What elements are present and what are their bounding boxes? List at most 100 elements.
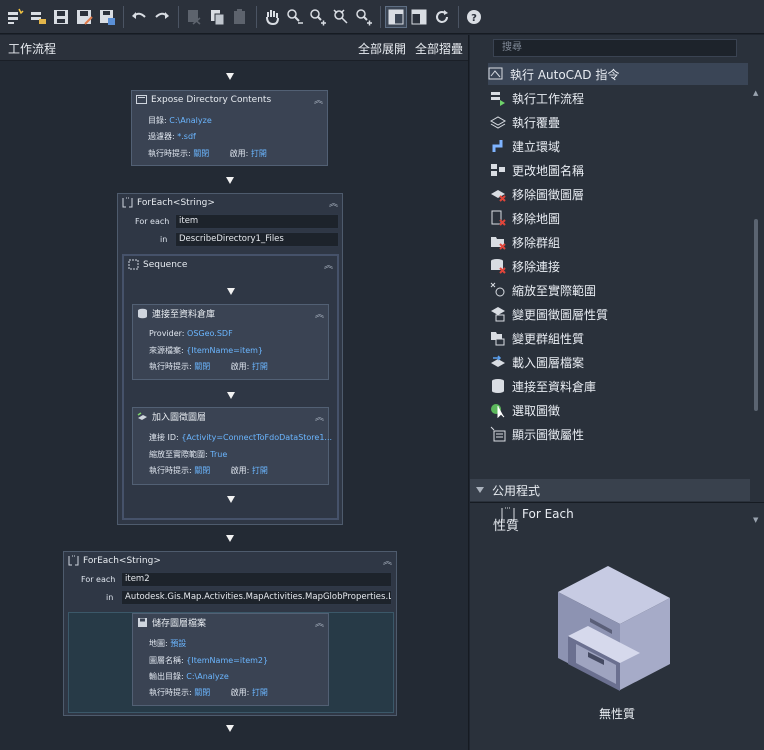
open-workflow-button[interactable]: [27, 6, 49, 28]
library-item[interactable]: 縮放至實際範圍: [490, 279, 750, 301]
in-collection-field[interactable]: Autodesk.Gis.Map.Activities.MapActivitie…: [121, 590, 392, 605]
undo-button[interactable]: [128, 6, 150, 28]
cut-button[interactable]: [183, 6, 205, 28]
library-item[interactable]: 顯示圖徵屬性: [490, 423, 750, 445]
prompt-value[interactable]: 關閉: [194, 466, 210, 475]
provider-value[interactable]: OSGeo.SDF: [187, 329, 233, 338]
zoom-value[interactable]: True: [210, 450, 227, 459]
library-item[interactable]: 移除連接: [490, 255, 750, 277]
source-value[interactable]: {ItemName=item}: [186, 346, 263, 355]
enable-value[interactable]: 打開: [252, 688, 268, 697]
library-item[interactable]: 執行覆疊: [490, 111, 750, 133]
pan-button[interactable]: [261, 6, 283, 28]
map-value[interactable]: 預設: [170, 639, 186, 648]
library-item[interactable]: 變更群組性質: [490, 327, 750, 349]
collapse-chevron-icon[interactable]: ︽: [329, 196, 338, 209]
zoom-in-button[interactable]: [307, 6, 329, 28]
library-item[interactable]: 變更圖徵圖層性質: [490, 303, 750, 325]
foreach-activity-1[interactable]: ForEach<String> ︽ For each item in Descr…: [117, 193, 343, 525]
prompt-value[interactable]: 關閉: [193, 149, 209, 158]
sequence-activity[interactable]: Sequence ︽ 連接至資料倉庫 ︽ Provider: OSGeo.SDF…: [122, 254, 339, 520]
foreach-icon: [68, 555, 79, 566]
enable-value[interactable]: 打開: [251, 149, 267, 158]
library-item[interactable]: 執行 AutoCAD 指令: [488, 63, 748, 85]
library-item[interactable]: 移除圖徵圖層: [490, 183, 750, 205]
library-item[interactable]: 載入圖層檔案: [490, 351, 750, 373]
foreach-variable-field[interactable]: item: [175, 214, 339, 229]
collapse-all-link[interactable]: 全部摺疊: [415, 40, 463, 57]
library-item[interactable]: 更改地圖名稱: [490, 159, 750, 181]
save-all-button[interactable]: [96, 6, 118, 28]
dir-label: 目錄:: [148, 116, 167, 125]
copy-button[interactable]: [206, 6, 228, 28]
refresh-button[interactable]: [431, 6, 453, 28]
add-feature-layer-activity[interactable]: 加入圖徵圖層 ︽ 連接 ID: {Activity=ConnectToFdoDa…: [132, 407, 332, 485]
drop-arrow[interactable]: [227, 496, 235, 503]
layout-b-button[interactable]: [408, 6, 430, 28]
foreach-body[interactable]: 儲存圖層檔案 ︽ 地圖: 預設 圖層名稱: {ItemName=item2} 輸…: [68, 612, 394, 713]
library-item[interactable]: 移除地圖: [490, 207, 750, 229]
new-workflow-button[interactable]: [4, 6, 26, 28]
search-input[interactable]: 搜尋: [493, 39, 737, 57]
in-collection-field[interactable]: DescribeDirectory1_Files: [175, 232, 339, 247]
drop-arrow[interactable]: [226, 177, 234, 184]
toolbar-separator: [178, 5, 179, 28]
layer-value[interactable]: {ItemName=item2}: [186, 656, 268, 665]
save-as-button[interactable]: [73, 6, 95, 28]
drop-arrow[interactable]: [226, 535, 234, 542]
output-value[interactable]: C:\Analyze: [186, 672, 229, 681]
toolbar: ?: [0, 0, 764, 34]
directory-icon: [136, 94, 147, 105]
connect-datastore-activity[interactable]: 連接至資料倉庫 ︽ Provider: OSGeo.SDF 來源檔案: {Ite…: [132, 304, 329, 380]
activity-header: Sequence ︽: [124, 256, 337, 273]
foreach-variable-field[interactable]: item2: [121, 572, 392, 587]
library-item[interactable]: 執行工作流程: [490, 87, 750, 109]
library-item[interactable]: 建立環域: [490, 135, 750, 157]
drop-arrow[interactable]: [227, 392, 235, 399]
foreach-activity-2[interactable]: ForEach<String> ︽ For each item2 in Auto…: [63, 551, 397, 716]
paste-button[interactable]: [229, 6, 251, 28]
enable-value[interactable]: 打開: [252, 362, 268, 371]
collapse-chevron-icon[interactable]: ︽: [315, 307, 324, 320]
collapse-chevron-icon[interactable]: ︽: [314, 93, 323, 106]
zoom-out-button[interactable]: [284, 6, 306, 28]
prompt-value[interactable]: 關閉: [194, 688, 210, 697]
remove-group-icon: [490, 234, 506, 250]
drop-arrow[interactable]: [226, 73, 234, 80]
enable-value[interactable]: 打開: [252, 466, 268, 475]
zoom-window-button[interactable]: [353, 6, 375, 28]
category-utilities[interactable]: 公用程式: [470, 479, 750, 501]
library-item[interactable]: 移除群組: [490, 231, 750, 253]
library-item[interactable]: 選取圖徵: [490, 399, 750, 421]
layout-a-button[interactable]: [385, 5, 407, 28]
zoom-extents-icon: [490, 282, 506, 298]
prompt-value[interactable]: 關閉: [194, 362, 210, 371]
connid-value[interactable]: {Activity=ConnectToFdoDataStore1...: [181, 433, 332, 442]
drop-arrow[interactable]: [226, 725, 234, 732]
filter-value[interactable]: *.sdf: [177, 132, 196, 141]
open-workflow-icon: [31, 11, 46, 24]
drop-arrow[interactable]: [227, 288, 235, 295]
zoom-extents-button[interactable]: [330, 6, 352, 28]
save-layer-file-activity[interactable]: 儲存圖層檔案 ︽ 地圖: 預設 圖層名稱: {ItemName=item2} 輸…: [132, 613, 329, 706]
expand-all-link[interactable]: 全部展開: [358, 40, 406, 57]
scrollbar-thumb[interactable]: [754, 219, 758, 411]
save-button[interactable]: [50, 6, 72, 28]
panel-divider[interactable]: [470, 502, 764, 503]
collapse-chevron-icon[interactable]: ︽: [324, 258, 333, 271]
redo-button[interactable]: [151, 6, 173, 28]
enable-label: 啟用:: [230, 466, 250, 475]
scroll-up-icon[interactable]: ▲: [753, 89, 758, 97]
zoom-window-icon: [356, 8, 372, 25]
library-item[interactable]: 連接至資料倉庫: [490, 375, 750, 397]
collapse-chevron-icon[interactable]: ︽: [315, 616, 324, 629]
collapse-chevron-icon[interactable]: ︽: [315, 410, 324, 423]
dir-value[interactable]: C:\Analyze: [169, 116, 212, 125]
library-item[interactable]: For Each: [500, 503, 760, 525]
workflow-canvas[interactable]: 工作流程 全部展開 全部摺疊 Expose Directory Contents…: [0, 35, 469, 750]
provider-label: Provider:: [149, 329, 185, 338]
help-button[interactable]: ?: [463, 6, 485, 28]
collapse-triangle-icon[interactable]: [476, 487, 484, 493]
collapse-chevron-icon[interactable]: ︽: [383, 554, 392, 567]
expose-directory-activity[interactable]: Expose Directory Contents ︽ 目錄: C:\Analy…: [131, 90, 328, 166]
